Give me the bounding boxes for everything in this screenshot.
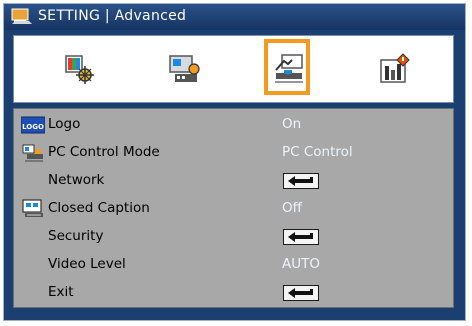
video-level-value[interactable]: AUTO <box>282 256 320 272</box>
osd-menu-window: SETTING | Advanced LOGO Logo On PC Contr… <box>3 3 466 321</box>
menu-item-network[interactable]: Network <box>14 167 453 195</box>
options-icon <box>380 53 410 83</box>
security-enter-button[interactable] <box>283 229 319 245</box>
tab-image[interactable] <box>49 36 109 102</box>
image-settings-icon <box>65 55 94 84</box>
menu-item-exit[interactable]: Exit <box>14 279 453 307</box>
exit-label: Exit <box>48 284 74 300</box>
menu-item-pc-control-mode[interactable]: PC Control Mode PC Control <box>14 139 453 167</box>
pc-control-mode-label: PC Control Mode <box>48 144 160 160</box>
security-label: Security <box>48 228 104 244</box>
title-bar: SETTING | Advanced <box>4 4 465 30</box>
menu-item-logo[interactable]: LOGO Logo On <box>14 111 453 139</box>
tab-bar <box>13 35 454 103</box>
settings-title-icon <box>11 8 32 24</box>
tab-display[interactable] <box>154 36 214 102</box>
enter-arrow-icon <box>288 288 313 298</box>
logo-badge-text: LOGO <box>22 123 44 131</box>
menu-panel: LOGO Logo On PC Control Mode PC Control … <box>13 108 454 308</box>
closed-caption-label: Closed Caption <box>48 200 150 216</box>
tab-options[interactable] <box>364 36 424 102</box>
display-settings-icon <box>169 55 200 82</box>
enter-arrow-icon <box>288 176 313 186</box>
setting-advanced-icon <box>275 54 303 83</box>
closed-caption-value[interactable]: Off <box>282 200 302 216</box>
tab-setting[interactable] <box>259 36 319 102</box>
enter-arrow-icon <box>288 232 313 242</box>
video-level-label: Video Level <box>48 256 126 272</box>
logo-label: Logo <box>48 116 81 132</box>
logo-icon: LOGO <box>21 116 45 134</box>
menu-item-security[interactable]: Security <box>14 223 453 251</box>
menu-item-video-level[interactable]: Video Level AUTO <box>14 251 453 279</box>
pc-control-mode-value[interactable]: PC Control <box>282 144 353 160</box>
closed-caption-icon <box>22 199 43 217</box>
exit-enter-button[interactable] <box>283 285 319 301</box>
logo-value[interactable]: On <box>282 116 301 132</box>
menu-item-closed-caption[interactable]: Closed Caption Off <box>14 195 453 223</box>
network-enter-button[interactable] <box>283 173 319 189</box>
page-title: SETTING | Advanced <box>38 8 187 24</box>
network-label: Network <box>48 172 105 188</box>
pc-control-icon <box>22 144 43 162</box>
